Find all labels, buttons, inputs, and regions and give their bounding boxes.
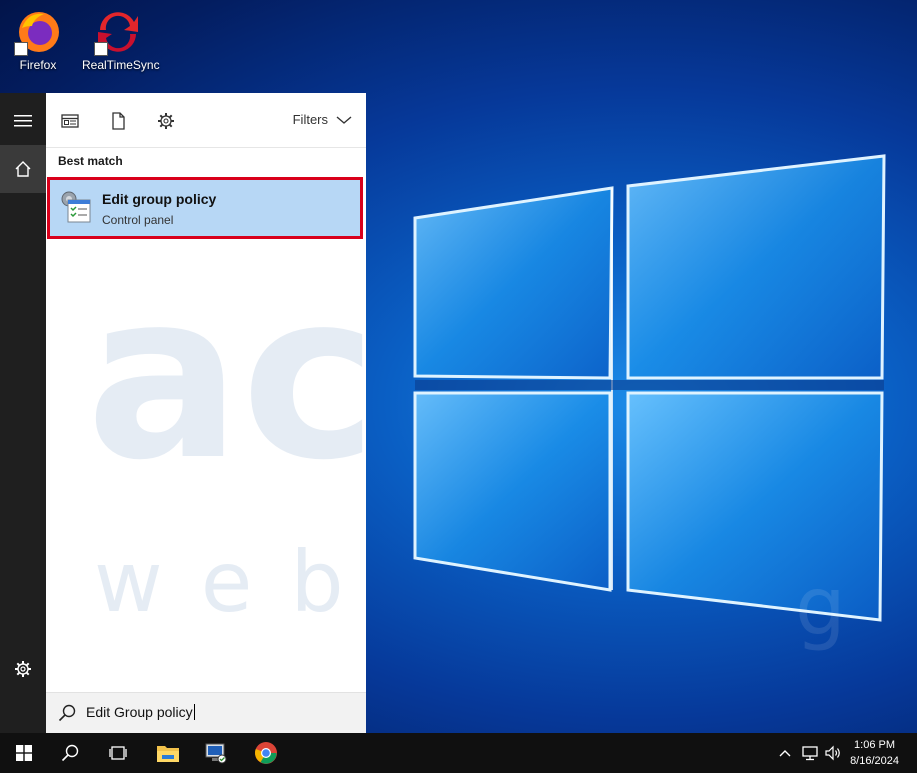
desktop-icon-realtimesync[interactable]: RealTimeSync (82, 8, 160, 72)
search-toolbar: Filters (46, 93, 366, 148)
chevron-up-icon (779, 750, 791, 757)
desktop-icon-label: Firefox (19, 58, 57, 72)
menu-button[interactable] (0, 97, 46, 145)
taskbar: 1:06 PM 8/16/2024 (0, 733, 917, 773)
shortcut-arrow-icon (14, 42, 28, 56)
result-title: Edit group policy (102, 191, 217, 207)
shortcut-arrow-icon (94, 42, 108, 56)
settings-button[interactable] (0, 645, 46, 693)
settings-icon (15, 661, 31, 677)
volume-button[interactable] (822, 733, 846, 773)
watermark-big: ac (86, 244, 366, 511)
clock-date: 8/16/2024 (850, 755, 899, 767)
search-icon (58, 704, 76, 722)
start-icon (16, 745, 32, 761)
server-manager-icon (205, 743, 227, 764)
settings-filter-icon[interactable] (156, 111, 176, 131)
home-icon (15, 161, 31, 177)
home-button[interactable] (0, 145, 46, 193)
apps-filter-icon[interactable] (60, 111, 80, 131)
result-edit-group-policy[interactable]: Edit group policy Control panel (47, 177, 363, 239)
start-button[interactable] (0, 733, 48, 773)
search-icon (61, 744, 79, 762)
search-panel: ac web Filters Best match Edit group pol… (46, 93, 366, 733)
network-icon (802, 746, 818, 761)
task-view-button[interactable] (94, 733, 142, 773)
documents-filter-icon[interactable] (108, 111, 128, 131)
search-box[interactable]: Edit Group policy (46, 692, 366, 733)
chrome-icon (255, 742, 277, 764)
desktop-icon-firefox[interactable]: Firefox (2, 8, 74, 72)
group-policy-icon (61, 191, 91, 223)
start-menu-rail (0, 93, 46, 733)
watermark-word: web (94, 533, 366, 631)
search-input[interactable]: Edit Group policy (86, 704, 195, 720)
filters-label: Filters (292, 112, 328, 127)
taskbar-search-button[interactable] (46, 733, 94, 773)
clock-time: 1:06 PM (854, 739, 896, 751)
tray-overflow-button[interactable] (774, 733, 796, 773)
chevron-down-icon (336, 115, 352, 124)
volume-icon (825, 745, 840, 761)
server-manager-button[interactable] (192, 733, 240, 773)
desktop-icon-label: RealTimeSync (82, 58, 160, 72)
firefox-icon (14, 8, 62, 56)
network-button[interactable] (798, 733, 822, 773)
system-clock[interactable]: 1:06 PM 8/16/2024 (850, 737, 899, 769)
task-view-icon (109, 746, 127, 760)
filters-dropdown[interactable]: Filters (293, 112, 352, 127)
best-match-heading: Best match (58, 154, 123, 168)
file-explorer-icon (157, 746, 179, 762)
realtimesync-icon (94, 8, 142, 56)
file-explorer-button[interactable] (144, 733, 192, 773)
result-subtitle: Control panel (102, 213, 174, 227)
hamburger-icon (14, 115, 32, 127)
chrome-button[interactable] (242, 733, 290, 773)
